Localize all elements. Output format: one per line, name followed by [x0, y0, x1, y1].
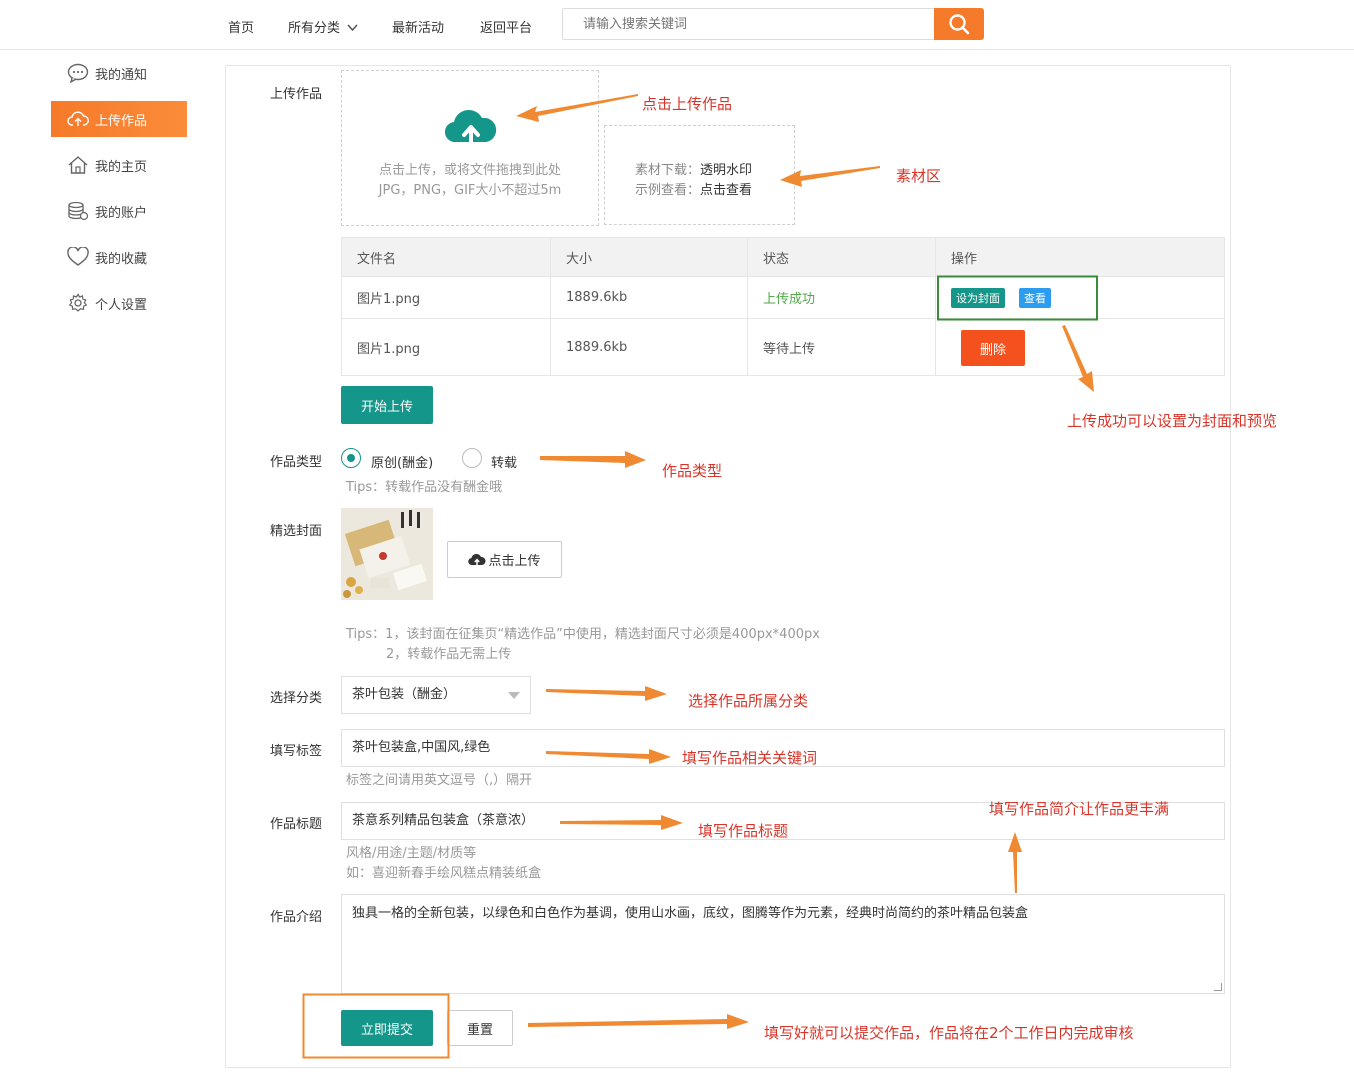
sidebar-item-home[interactable]: 我的主页 — [51, 147, 187, 183]
annotation-material: 素材区 — [896, 167, 942, 185]
work-type-label: 作品类型 — [270, 455, 323, 470]
file-name-cell: 图片1.png — [341, 318, 551, 376]
upload-dropzone[interactable]: 点击上传，或将文件拖拽到此处 JPG，PNG，GIF大小不超过5m — [341, 70, 599, 226]
sidebar-item-settings[interactable]: 个人设置 — [51, 285, 187, 321]
work-type-tip: Tips：转载作品没有酬金哦 — [346, 480, 503, 495]
sidebar-item-favorites[interactable]: 我的收藏 — [51, 239, 187, 275]
submit-button[interactable]: 立即提交 — [341, 1010, 433, 1046]
title-tip-2: 如：喜迎新春手绘风糕点精装纸盒 — [346, 866, 542, 881]
annotation-cover-preview: 上传成功可以设置为封面和预览 — [1067, 412, 1278, 430]
sidebar-item-label: 上传作品 — [95, 113, 148, 129]
search-button[interactable] — [934, 8, 984, 40]
category-label: 选择分类 — [270, 691, 323, 706]
file-status-cell: 上传成功 — [747, 276, 936, 319]
title-label: 作品标题 — [270, 817, 323, 832]
radio-repost[interactable] — [462, 448, 482, 468]
category-select[interactable]: 茶叶包装（酬金） — [341, 676, 531, 714]
radio-original-label: 原创(酬金) — [371, 456, 434, 471]
material-download-link[interactable]: 透明水印 — [700, 163, 752, 178]
radio-original[interactable] — [341, 448, 361, 468]
sidebar-item-upload[interactable]: 上传作品 — [51, 101, 187, 137]
radio-repost-label: 转载 — [491, 456, 518, 471]
nav-categories-label: 所有分类 — [288, 21, 341, 36]
home-icon — [68, 156, 88, 174]
nav-categories[interactable]: 所有分类 — [288, 17, 358, 36]
cloud-upload-icon — [444, 109, 497, 146]
file-name-cell: 图片1.png — [341, 276, 551, 319]
upload-hint-text: 点击上传，或将文件拖拽到此处 — [378, 163, 561, 178]
reset-button[interactable]: 重置 — [447, 1010, 513, 1046]
sidebar-item-label: 我的主页 — [95, 159, 148, 175]
cover-thumbnail-image — [341, 508, 433, 600]
material-area: 素材下载：透明水印 示例查看：点击查看 — [604, 125, 795, 225]
sidebar-item-label: 我的收藏 — [95, 251, 148, 267]
table-row: 图片1.png 1889.6kb 上传成功 — [341, 276, 1225, 319]
cloud-upload-icon — [67, 111, 89, 126]
file-size-cell: 1889.6kb — [550, 318, 748, 376]
cover-thumbnail — [341, 508, 433, 600]
cover-tip-2: 2，转载作品无需上传 — [386, 647, 512, 662]
database-icon — [68, 201, 89, 221]
material-example-link[interactable]: 点击查看 — [700, 183, 752, 198]
file-status-cell: 等待上传 — [747, 318, 936, 376]
view-button[interactable]: 查看 — [1019, 288, 1051, 308]
chat-icon — [67, 63, 89, 83]
intro-label: 作品介绍 — [270, 910, 323, 925]
nav-back[interactable]: 返回平台 — [480, 17, 532, 36]
sidebar-item-label: 个人设置 — [95, 297, 148, 313]
search-icon — [949, 14, 970, 35]
material-example-row: 示例查看：点击查看 — [635, 179, 752, 198]
table-header-actions: 操作 — [935, 237, 1225, 277]
upload-label: 上传作品 — [270, 87, 323, 102]
title-tip-1: 风格/用途/主题/材质等 — [346, 846, 477, 861]
nav-events[interactable]: 最新活动 — [392, 17, 444, 36]
annotation-title: 填写作品标题 — [698, 822, 789, 840]
cover-label: 精选封面 — [270, 524, 323, 539]
tags-label: 填写标签 — [270, 744, 323, 759]
intro-text: 独具一格的全新包装，以绿色和白色作为基调，使用山水画，底纹，图腾等作为元素，经典… — [352, 906, 1029, 921]
search-input[interactable] — [562, 8, 936, 40]
heart-icon — [67, 247, 89, 266]
set-cover-button[interactable]: 设为封面 — [951, 288, 1005, 308]
upload-format-hint: JPG，PNG，GIF大小不超过5m — [378, 183, 562, 198]
file-table: 文件名 大小 状态 操作 图片1.png 1889.6kb 上传成功 图片1.p… — [341, 237, 1225, 376]
tags-tip: 标签之间请用英文逗号（,）隔开 — [346, 773, 533, 788]
intro-textarea[interactable]: 独具一格的全新包装，以绿色和白色作为基调，使用山水画，底纹，图腾等作为元素，经典… — [341, 894, 1225, 994]
cover-upload-label: 点击上传 — [488, 554, 541, 569]
material-download-row: 素材下载：透明水印 — [635, 159, 752, 178]
cover-tip-1: Tips：1，该封面在征集页“精选作品”中使用，精选封面尺寸必须是400px*4… — [346, 627, 820, 642]
top-nav-bar: 首页 所有分类 最新活动 返回平台 — [0, 0, 1354, 50]
nav-home[interactable]: 首页 — [228, 17, 254, 36]
cover-upload-button[interactable]: 点击上传 — [447, 541, 562, 578]
sidebar-item-label: 我的通知 — [95, 67, 148, 83]
annotation-tags: 填写作品相关关键词 — [682, 749, 818, 767]
annotation-type: 作品类型 — [662, 462, 723, 480]
table-header-filename: 文件名 — [341, 237, 551, 277]
sidebar-item-notifications[interactable]: 我的通知 — [51, 55, 187, 91]
chevron-down-icon — [347, 24, 358, 32]
file-size-cell: 1889.6kb — [550, 276, 748, 319]
triangle-down-icon — [508, 692, 520, 699]
table-row: 图片1.png 1889.6kb 等待上传 — [341, 318, 1225, 376]
start-upload-button[interactable]: 开始上传 — [341, 386, 433, 424]
material-download-label: 素材下载： — [635, 163, 701, 178]
table-header-status: 状态 — [747, 237, 936, 277]
gear-icon — [68, 293, 88, 312]
cloud-upload-icon — [468, 553, 487, 565]
annotation-submit: 填写好就可以提交作品，作品将在2个工作日内完成审核 — [764, 1024, 1134, 1042]
table-header-size: 大小 — [550, 237, 748, 277]
sidebar-item-label: 我的账户 — [95, 205, 148, 221]
annotation-intro: 填写作品简介让作品更丰满 — [989, 800, 1170, 818]
category-select-value: 茶叶包装（酬金） — [352, 687, 457, 702]
delete-button[interactable]: 删除 — [961, 330, 1025, 366]
annotation-upload: 点击上传作品 — [642, 95, 733, 113]
sidebar-item-account[interactable]: 我的账户 — [51, 193, 187, 229]
resize-handle[interactable] — [1214, 983, 1222, 991]
annotation-category: 选择作品所属分类 — [688, 692, 809, 710]
material-example-label: 示例查看： — [635, 183, 701, 198]
